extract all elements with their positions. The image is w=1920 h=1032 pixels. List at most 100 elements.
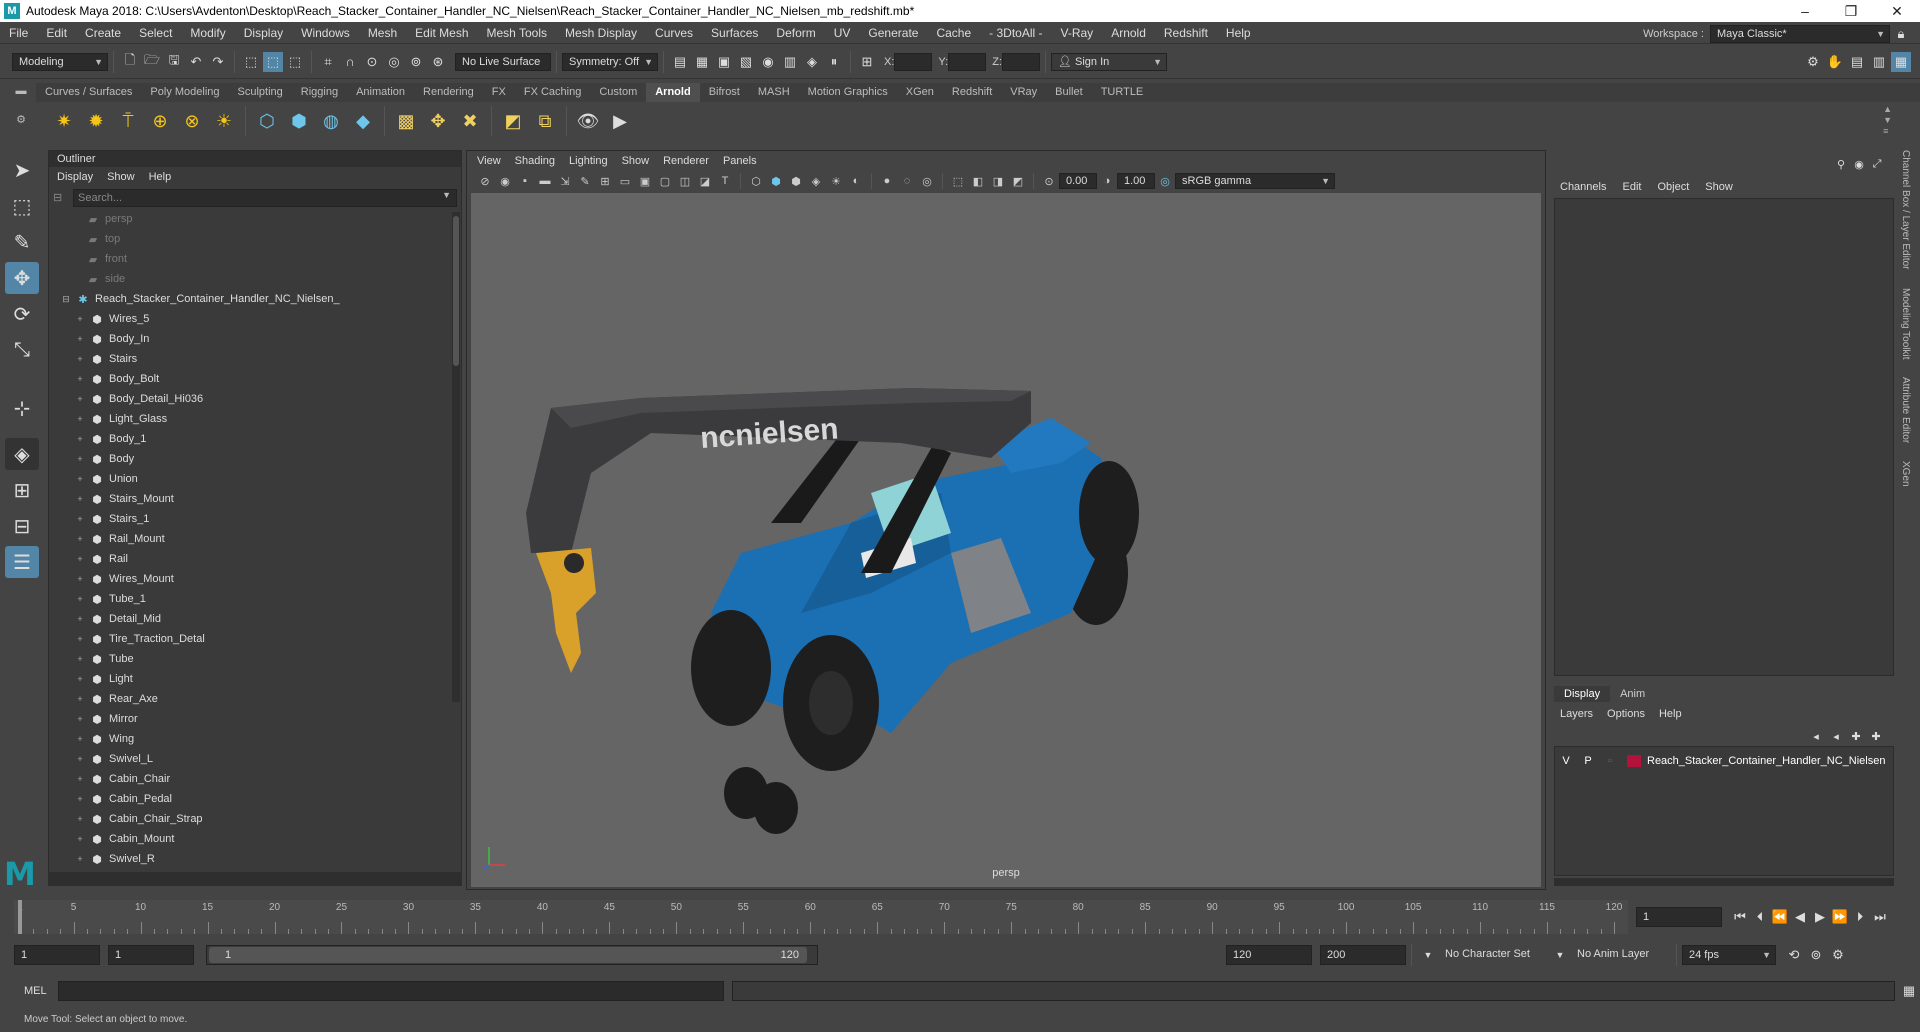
outliner-camera-row[interactable]: ▰ front: [73, 249, 461, 269]
expand-icon[interactable]: +: [75, 594, 85, 604]
x-field[interactable]: [894, 52, 933, 71]
expand-icon[interactable]: +: [75, 574, 85, 584]
menu-display[interactable]: Display: [235, 22, 292, 44]
workspace-lock-icon[interactable]: 🔒︎: [1891, 24, 1911, 44]
outliner-camera-row[interactable]: ▰ side: [73, 269, 461, 289]
go-to-start-icon[interactable]: ⏮: [1730, 907, 1750, 927]
render-settings-icon[interactable]: ▧: [736, 52, 756, 72]
channel-box-menu-show[interactable]: Show: [1705, 181, 1733, 193]
outliner-item-row[interactable]: + ⬢ Mirror: [73, 709, 461, 729]
channel-box-icon[interactable]: ▦: [1891, 51, 1911, 72]
live-surface-field[interactable]: No Live Surface: [455, 52, 551, 71]
outliner-item-row[interactable]: + ⬢ Cabin_Pedal: [73, 789, 461, 809]
last-tool-icon[interactable]: ⊹: [5, 392, 39, 424]
expand-icon[interactable]: +: [75, 474, 85, 484]
image-plane-icon[interactable]: ▬: [536, 173, 554, 189]
render-frame-icon[interactable]: ▤: [670, 52, 690, 72]
restore-button[interactable]: ❐: [1828, 0, 1874, 22]
outliner-item-row[interactable]: + ⬢ Detail_Mid: [73, 609, 461, 629]
gamma-field[interactable]: 1.00: [1117, 173, 1155, 189]
physical-sky-icon[interactable]: ☀: [211, 108, 237, 134]
curve-collector-icon[interactable]: ◆: [350, 108, 376, 134]
side-tab-attribute-editor[interactable]: Attribute Editor: [1900, 377, 1911, 443]
color-management-icon[interactable]: ◎: [1156, 173, 1174, 189]
smooth-shade-icon[interactable]: ⬢: [767, 173, 785, 189]
close-button[interactable]: ✕: [1874, 0, 1920, 22]
shelf-tab-fx[interactable]: FX: [483, 83, 515, 102]
outliner-item-row[interactable]: + ⬢ Cabin_Mount: [73, 829, 461, 849]
expand-icon[interactable]: +: [75, 654, 85, 664]
y-field[interactable]: [948, 52, 987, 71]
shelf-tab-turtle[interactable]: TURTLE: [1092, 83, 1153, 102]
expand-icon[interactable]: +: [75, 854, 85, 864]
outliner-item-row[interactable]: + ⬢ Stairs_1: [73, 509, 461, 529]
create-material-icon[interactable]: ▩: [393, 108, 419, 134]
xray-joints-icon[interactable]: ◩: [1009, 173, 1027, 189]
expand-icon[interactable]: +: [75, 454, 85, 464]
exposure-icon[interactable]: ⊙: [1040, 173, 1058, 189]
scale-tool-icon[interactable]: ⤡: [5, 334, 39, 366]
menu-curves[interactable]: Curves: [646, 22, 702, 44]
shelf-tab-bullet[interactable]: Bullet: [1046, 83, 1092, 102]
safe-title-icon[interactable]: T: [716, 173, 734, 189]
character-set-field[interactable]: No Character Set: [1439, 945, 1549, 965]
menu-arnold[interactable]: Arnold: [1102, 22, 1155, 44]
resolution-gate-icon[interactable]: ▣: [636, 173, 654, 189]
channel-box-menu-edit[interactable]: Edit: [1622, 181, 1641, 193]
expand-icon[interactable]: +: [75, 714, 85, 724]
snap-center-icon[interactable]: ⊛: [428, 52, 448, 72]
z-field[interactable]: [1001, 52, 1040, 71]
layer-tab-display[interactable]: Display: [1554, 686, 1611, 702]
open-scene-icon[interactable]: 🗁: [142, 52, 162, 72]
ipr-icon[interactable]: ⧉: [532, 108, 558, 134]
side-tab-modeling-toolkit[interactable]: Modeling Toolkit: [1900, 288, 1911, 360]
new-layer-selected-icon[interactable]: ✚: [1867, 726, 1885, 746]
outliner-item-row[interactable]: + ⬢ Body: [73, 449, 461, 469]
shelf-tab-custom[interactable]: Custom: [590, 83, 646, 102]
menu-deform[interactable]: Deform: [767, 22, 824, 44]
layer-menu-layers[interactable]: Layers: [1560, 708, 1593, 720]
safe-action-icon[interactable]: ◪: [696, 173, 714, 189]
shelf-settings-icon[interactable]: ⚙: [8, 113, 34, 126]
fps-dropdown[interactable]: 24 fps ▼: [1682, 945, 1776, 965]
select-object-icon[interactable]: ⬚: [263, 51, 283, 72]
select-component-icon[interactable]: ⬚: [285, 52, 305, 72]
textured-icon[interactable]: ◈: [807, 173, 825, 189]
new-layer-icon[interactable]: ✚: [1847, 726, 1865, 746]
character-set-arrow-icon[interactable]: ▼: [1418, 945, 1438, 965]
skydome-light-icon[interactable]: ⊕: [147, 108, 173, 134]
channel-box-pin-icon[interactable]: ⚲: [1833, 154, 1849, 174]
menu-create[interactable]: Create: [76, 22, 130, 44]
expand-icon[interactable]: +: [75, 414, 85, 424]
flush-cache-icon[interactable]: ✥: [425, 108, 451, 134]
menu-generate[interactable]: Generate: [859, 22, 927, 44]
outliner-item-row[interactable]: + ⬢ Cabin_Chair: [73, 769, 461, 789]
xray-icon[interactable]: ◧: [969, 173, 987, 189]
light-portal-icon[interactable]: ⊗: [179, 108, 205, 134]
film-gate-icon[interactable]: ▭: [616, 173, 634, 189]
viewport-menu-panels[interactable]: Panels: [723, 155, 757, 167]
render-view-eye-icon[interactable]: 👁︎: [575, 108, 601, 134]
outliner-item-row[interactable]: + ⬢ Tube_1: [73, 589, 461, 609]
isolate-select-icon[interactable]: ⬚: [949, 173, 967, 189]
two-view-icon[interactable]: ⊟: [5, 510, 39, 542]
current-frame-field[interactable]: 1: [1636, 907, 1722, 927]
outliner-item-row[interactable]: + ⬢ Tire_Traction_Detal: [73, 629, 461, 649]
mel-input[interactable]: [57, 981, 724, 1001]
outliner-item-row[interactable]: + ⬢ Body_In: [73, 329, 461, 349]
outliner-item-row[interactable]: + ⬢ Wires_Mount: [73, 569, 461, 589]
paint-select-tool-icon[interactable]: ✎: [5, 226, 39, 258]
grease-pencil-icon[interactable]: ✎: [576, 173, 594, 189]
menu-mesh[interactable]: Mesh: [359, 22, 406, 44]
wireframe-on-shaded-icon[interactable]: ⬢: [787, 173, 805, 189]
layer-display-type[interactable]: ▫: [1599, 755, 1621, 767]
snap-curve-icon[interactable]: ∩: [340, 52, 360, 72]
expand-icon[interactable]: +: [75, 534, 85, 544]
pause-icon[interactable]: ⏸: [824, 52, 844, 72]
minimize-button[interactable]: –: [1782, 0, 1828, 22]
side-tab-channel-box-layer-editor[interactable]: Channel Box / Layer Editor: [1900, 150, 1911, 270]
tx-manager-icon[interactable]: ✖: [457, 108, 483, 134]
play-forward-icon[interactable]: ▶: [1810, 907, 1830, 927]
shelf-tab-rendering[interactable]: Rendering: [414, 83, 483, 102]
grid-toggle-icon[interactable]: ⊞: [596, 173, 614, 189]
